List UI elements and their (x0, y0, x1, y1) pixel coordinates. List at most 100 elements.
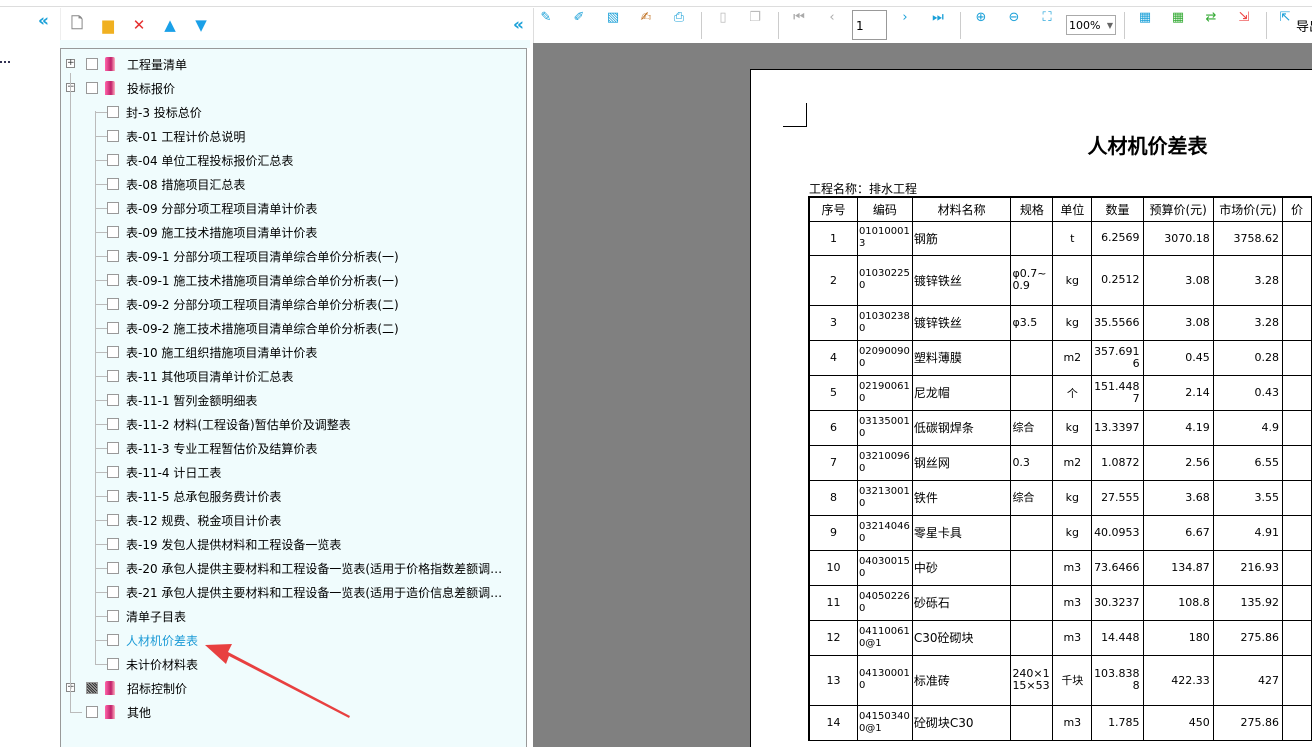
expand-icon[interactable]: + (66, 59, 75, 68)
zoom-select[interactable]: 100% ▼ (1066, 15, 1116, 35)
checkbox[interactable] (86, 58, 98, 70)
export-sheet-icon[interactable]: ▦ (1169, 8, 1187, 26)
checkbox[interactable] (107, 466, 119, 478)
table-cell: 2 (808, 254, 858, 306)
table-cell: 135.92 (1212, 584, 1284, 621)
tree-node[interactable]: 表-11 其他项目清单计价汇总表 (107, 366, 293, 386)
multi-page-icon[interactable]: ❐ (746, 8, 764, 26)
tree-node[interactable]: + 招标控制价 (66, 678, 187, 698)
page-setup-icon[interactable]: ▧ (604, 8, 622, 26)
tree-node[interactable]: 表-09 施工技术措施项目清单计价表 (107, 222, 317, 242)
export-file-icon[interactable]: ⇄ (1202, 8, 1220, 26)
delete-icon[interactable]: ✕ (129, 15, 149, 35)
export-icon[interactable]: ⇱ (1276, 8, 1294, 26)
table-cell: 4.9 (1212, 409, 1284, 446)
tree-node[interactable]: 清单子目表 (107, 606, 186, 626)
tree-node[interactable]: 表-11-1 暂列金额明细表 (107, 390, 257, 410)
checkbox[interactable] (107, 106, 119, 118)
checkbox[interactable] (86, 706, 98, 718)
table-row: 12 041100610@1 C30砼砌块 m3 14.448 180 275.86 (808, 619, 1312, 656)
design-icon[interactable]: ✐ (570, 8, 588, 26)
collapse-left-icon[interactable]: « (38, 13, 49, 30)
table-cell: 低碳钢焊条 (911, 409, 1012, 446)
checkbox[interactable] (107, 634, 119, 646)
checkbox[interactable] (107, 514, 119, 526)
collapse-tree-icon[interactable]: « (513, 17, 524, 34)
tree-node[interactable]: 表-21 承包人提供主要材料和工程设备一览表(适用于造价信息差额调… (107, 582, 502, 602)
tree-node[interactable]: 人材机价差表 (107, 630, 198, 650)
last-page-icon[interactable]: ⏭ (929, 8, 947, 26)
tree-node[interactable]: 表-09 分部分项工程项目清单计价表 (107, 198, 317, 218)
checkbox[interactable] (107, 202, 119, 214)
tree-node[interactable]: 表-11-3 专业工程暂估价及结算价表 (107, 438, 317, 458)
checkbox[interactable] (107, 250, 119, 262)
checkbox[interactable] (107, 394, 119, 406)
checkbox[interactable] (107, 226, 119, 238)
checkbox[interactable] (107, 178, 119, 190)
tree-node[interactable]: 表-20 承包人提供主要材料和工程设备一览表(适用于价格指数差额调… (107, 558, 502, 578)
export-pdf-icon[interactable]: ⇲ (1235, 8, 1253, 26)
checkbox[interactable] (107, 442, 119, 454)
checkbox[interactable] (107, 586, 119, 598)
new-file-icon[interactable]: 🗋 (67, 14, 87, 35)
tree-node[interactable]: + 工程量清单 (66, 54, 187, 74)
tree-node[interactable]: 表-09-1 分部分项工程项目清单综合单价分析表(一) (107, 246, 399, 266)
checkbox[interactable] (86, 682, 98, 694)
checkbox[interactable] (107, 658, 119, 670)
table-cell: 0.43 (1212, 374, 1284, 411)
checkbox[interactable] (107, 346, 119, 358)
checkbox[interactable] (107, 538, 119, 550)
table-cell: 6.2569 (1091, 220, 1144, 256)
next-page-icon[interactable]: › (896, 8, 914, 26)
tree-node[interactable]: 表-09-1 施工技术措施项目清单综合单价分析表(一) (107, 270, 399, 290)
checkbox[interactable] (107, 154, 119, 166)
tree-node[interactable]: 表-11-5 总承包服务费计价表 (107, 486, 281, 506)
checkbox[interactable] (107, 322, 119, 334)
checkbox[interactable] (107, 274, 119, 286)
single-page-icon[interactable]: ▯ (714, 8, 732, 26)
tree-node[interactable]: 表-10 施工组织措施项目清单计价表 (107, 342, 317, 362)
table-cell: 镀锌铁丝 (911, 304, 1012, 341)
tree-node[interactable]: 表-11-4 计日工表 (107, 462, 221, 482)
tree-node[interactable]: 表-09-2 施工技术措施项目清单综合单价分析表(二) (107, 318, 399, 338)
tree-node[interactable]: 表-04 单位工程投标报价汇总表 (107, 150, 293, 170)
tree-node[interactable]: 表-12 规费、税金项目计价表 (107, 510, 281, 530)
fit-page-icon[interactable]: ⛶ (1038, 8, 1056, 26)
checkbox[interactable] (107, 130, 119, 142)
first-page-icon[interactable]: ⏮ (790, 8, 808, 26)
move-down-icon[interactable]: ▼ (191, 15, 211, 35)
edit-report-icon[interactable]: ✍ (637, 8, 655, 26)
table-cell: m2 (1052, 339, 1093, 376)
tree-node[interactable]: 未计价材料表 (107, 654, 198, 674)
checkbox[interactable] (107, 418, 119, 430)
checkbox[interactable] (107, 298, 119, 310)
table-cell (1282, 254, 1312, 306)
table-cell (1282, 444, 1312, 481)
export-excel-icon[interactable]: ▦ (1136, 8, 1154, 26)
tree-node[interactable]: 表-11-2 材料(工程设备)暂估单价及调整表 (107, 414, 351, 434)
page-number-input[interactable]: 1 (852, 10, 887, 40)
checkbox[interactable] (86, 82, 98, 94)
tree-node[interactable]: 其他 (86, 702, 151, 722)
new-folder-icon[interactable]: ▆ (98, 15, 118, 35)
print-icon[interactable]: ⎙ (670, 8, 688, 26)
checkbox[interactable] (107, 610, 119, 622)
move-up-icon[interactable]: ▲ (160, 15, 180, 35)
tree-node[interactable]: 表-19 发包人提供材料和工程设备一览表 (107, 534, 341, 554)
tree-node[interactable]: 封-3 投标总价 (107, 102, 202, 122)
zoom-out-icon[interactable]: ⊖ (1005, 8, 1023, 26)
checkbox[interactable] (107, 490, 119, 502)
tree-node-label: 表-12 规费、税金项目计价表 (126, 513, 282, 528)
prev-page-icon[interactable]: ‹ (823, 8, 841, 26)
tree-node[interactable]: 表-08 措施项目汇总表 (107, 174, 245, 194)
table-cell: 10 (808, 549, 858, 586)
export-button[interactable]: 导出 (1296, 16, 1312, 35)
edit-icon[interactable]: ✎ (537, 8, 555, 26)
tree-node[interactable]: 表-01 工程计价总说明 (107, 126, 245, 146)
table-cell (1010, 549, 1054, 586)
zoom-in-icon[interactable]: ⊕ (972, 8, 990, 26)
checkbox[interactable] (107, 370, 119, 382)
tree-node[interactable]: 表-09-2 分部分项工程项目清单综合单价分析表(二) (107, 294, 399, 314)
checkbox[interactable] (107, 562, 119, 574)
tree-node[interactable]: − 投标报价 (66, 78, 175, 98)
